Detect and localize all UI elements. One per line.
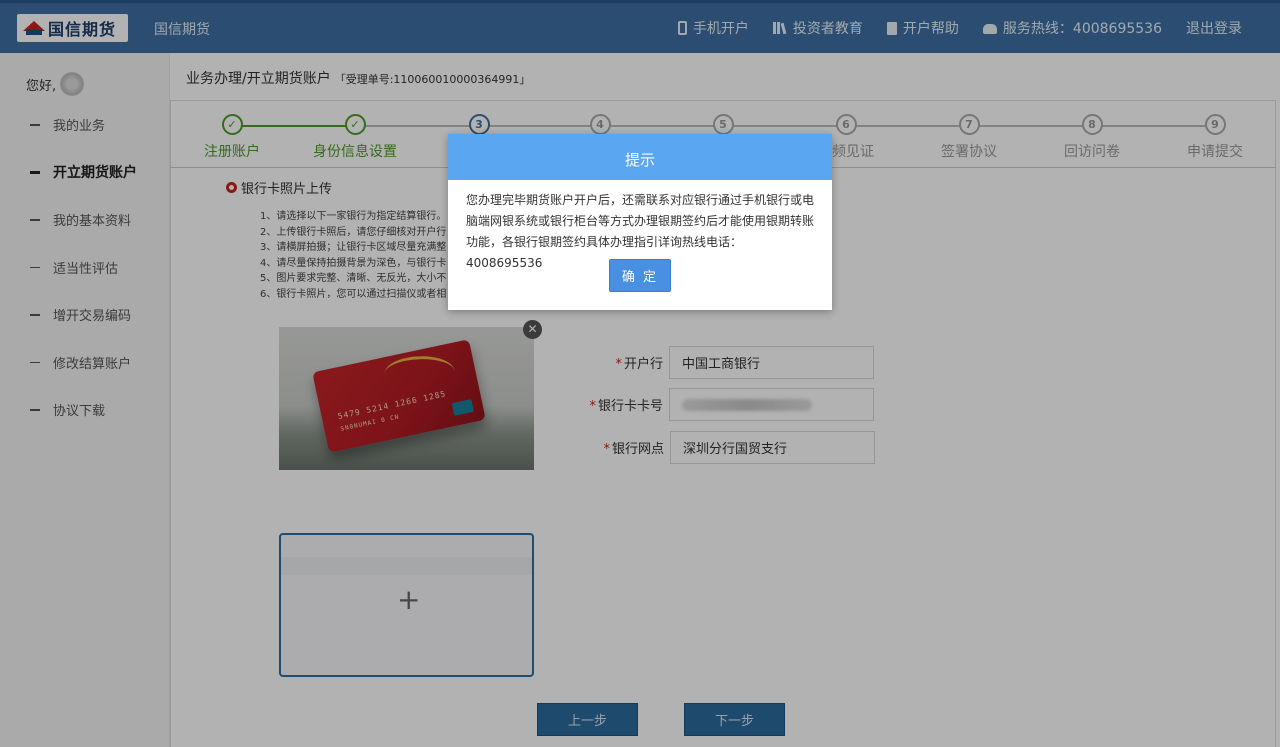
confirm-button[interactable]: 确 定 [609, 259, 671, 292]
notice-dialog: 提示 您办理完毕期货账户开户后，还需联系对应银行通过手机银行或电脑端网银系统或银… [448, 134, 832, 310]
modal-overlay[interactable] [0, 0, 1280, 747]
dialog-title: 提示 [448, 134, 832, 180]
